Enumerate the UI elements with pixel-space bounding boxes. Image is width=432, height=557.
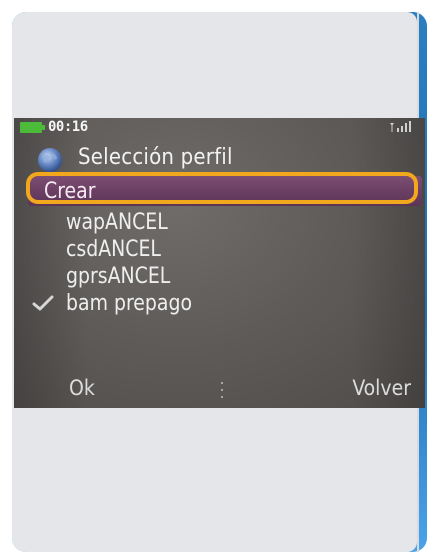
list-item-csdancel[interactable]: csdANCEL bbox=[32, 236, 412, 262]
list-item-gprsancel[interactable]: gprsANCEL bbox=[32, 263, 412, 289]
ok-button[interactable]: Ok bbox=[69, 376, 95, 400]
list-item-label: Crear bbox=[44, 178, 96, 204]
clock: 00:16 bbox=[48, 119, 88, 135]
list-item-label: csdANCEL bbox=[66, 236, 161, 262]
center-dots-icon bbox=[221, 382, 223, 398]
list-item-crear[interactable]: Crear bbox=[26, 172, 422, 206]
softkey-bar: Ok Volver bbox=[14, 376, 425, 408]
list-item-label: bam prepago bbox=[66, 290, 193, 316]
screen-header: Selección perfil bbox=[36, 144, 396, 174]
list-item-wapancel[interactable]: wapANCEL bbox=[32, 209, 412, 235]
list-item-bam-prepago[interactable]: bam prepago bbox=[32, 290, 412, 316]
status-bar: 00:16 bbox=[14, 118, 425, 140]
phone-screen: 00:16 Selección perfil Crear wapANCEL cs… bbox=[14, 118, 425, 408]
globe-icon bbox=[38, 148, 62, 172]
page-title: Selección perfil bbox=[78, 145, 233, 170]
list-item-label: gprsANCEL bbox=[66, 263, 171, 289]
check-icon bbox=[32, 295, 54, 311]
list-item-label: wapANCEL bbox=[66, 209, 168, 235]
signal-icon bbox=[390, 121, 411, 132]
battery-icon bbox=[20, 122, 45, 133]
back-button[interactable]: Volver bbox=[352, 376, 411, 400]
